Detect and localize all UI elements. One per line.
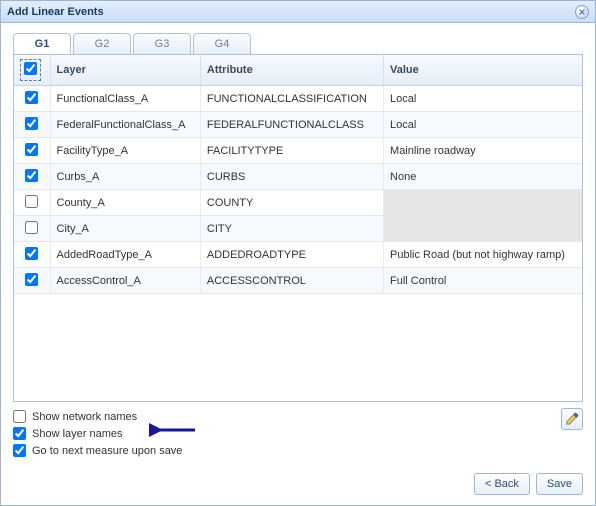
cell-attribute: CITY: [200, 216, 383, 242]
show-layer-names-checkbox[interactable]: [13, 427, 26, 440]
cell-attribute: FUNCTIONALCLASSIFICATION: [200, 86, 383, 112]
titlebar: Add Linear Events: [1, 1, 595, 23]
cell-attribute: CURBS: [200, 164, 383, 190]
table-row[interactable]: FederalFunctionalClass_AFEDERALFUNCTIONA…: [14, 112, 582, 138]
footer: < Back Save: [1, 465, 595, 505]
row-checkbox[interactable]: [25, 91, 38, 104]
back-button[interactable]: < Back: [474, 473, 530, 495]
cell-value: [384, 216, 582, 242]
options-area: Show network names Show layer names Go t…: [13, 402, 583, 457]
cell-attribute: FEDERALFUNCTIONALCLASS: [200, 112, 383, 138]
table-row[interactable]: FunctionalClass_AFUNCTIONALCLASSIFICATIO…: [14, 86, 582, 112]
tabstrip: G1G2G3G4: [13, 33, 583, 55]
add-linear-events-window: Add Linear Events G1G2G3G4: [0, 0, 596, 506]
cell-value[interactable]: Local: [384, 86, 582, 112]
option-go-next-measure[interactable]: Go to next measure upon save: [13, 444, 583, 457]
col-header-attribute[interactable]: Attribute: [200, 55, 383, 86]
tab-g3[interactable]: G3: [133, 33, 191, 55]
option-show-layer-names[interactable]: Show layer names: [13, 427, 583, 440]
row-checkbox[interactable]: [25, 247, 38, 260]
cell-value: [384, 190, 582, 216]
cell-attribute: FACILITYTYPE: [200, 138, 383, 164]
close-icon: [578, 8, 586, 16]
show-network-names-checkbox[interactable]: [13, 410, 26, 423]
cell-layer: FunctionalClass_A: [50, 86, 200, 112]
option-show-network-names[interactable]: Show network names: [13, 410, 583, 423]
cell-value[interactable]: Public Road (but not highway ramp): [384, 242, 582, 268]
cell-layer: City_A: [50, 216, 200, 242]
option-label: Show network names: [32, 411, 137, 423]
row-checkbox[interactable]: [25, 169, 38, 182]
pencil-icon: [565, 412, 579, 426]
option-label: Go to next measure upon save: [32, 445, 182, 457]
col-header-value[interactable]: Value: [384, 55, 582, 86]
table-row[interactable]: County_ACOUNTY: [14, 190, 582, 216]
content-area: G1G2G3G4 Layer Attribute Value: [1, 23, 595, 465]
tab-g4[interactable]: G4: [193, 33, 251, 55]
table-row[interactable]: AddedRoadType_AADDEDROADTYPEPublic Road …: [14, 242, 582, 268]
cell-layer: FederalFunctionalClass_A: [50, 112, 200, 138]
row-checkbox[interactable]: [25, 117, 38, 130]
cell-layer: AddedRoadType_A: [50, 242, 200, 268]
cell-value[interactable]: Full Control: [384, 268, 582, 294]
events-table: Layer Attribute Value FunctionalClass_AF…: [14, 55, 582, 294]
save-button[interactable]: Save: [536, 473, 583, 495]
table-row[interactable]: AccessControl_AACCESSCONTROLFull Control: [14, 268, 582, 294]
col-header-checkbox: [14, 55, 50, 86]
window-title: Add Linear Events: [7, 6, 104, 18]
cell-value[interactable]: None: [384, 164, 582, 190]
close-button[interactable]: [575, 5, 589, 19]
cell-value[interactable]: Local: [384, 112, 582, 138]
go-next-measure-checkbox[interactable]: [13, 444, 26, 457]
cell-layer: FacilityType_A: [50, 138, 200, 164]
cell-value[interactable]: Mainline roadway: [384, 138, 582, 164]
table-row[interactable]: Curbs_ACURBSNone: [14, 164, 582, 190]
col-header-layer[interactable]: Layer: [50, 55, 200, 86]
cell-layer: Curbs_A: [50, 164, 200, 190]
row-checkbox[interactable]: [25, 195, 38, 208]
table-row[interactable]: City_ACITY: [14, 216, 582, 242]
tab-g2[interactable]: G2: [73, 33, 131, 55]
row-checkbox[interactable]: [25, 143, 38, 156]
tab-g1[interactable]: G1: [13, 33, 71, 55]
table-row[interactable]: FacilityType_AFACILITYTYPEMainline roadw…: [14, 138, 582, 164]
cell-attribute: ADDEDROADTYPE: [200, 242, 383, 268]
option-label: Show layer names: [32, 428, 123, 440]
edit-button[interactable]: [561, 408, 583, 430]
select-all-checkbox[interactable]: [24, 62, 37, 75]
cell-layer: County_A: [50, 190, 200, 216]
tab-panel: Layer Attribute Value FunctionalClass_AF…: [13, 54, 583, 402]
cell-layer: AccessControl_A: [50, 268, 200, 294]
cell-attribute: ACCESSCONTROL: [200, 268, 383, 294]
row-checkbox[interactable]: [25, 221, 38, 234]
cell-attribute: COUNTY: [200, 190, 383, 216]
row-checkbox[interactable]: [25, 273, 38, 286]
